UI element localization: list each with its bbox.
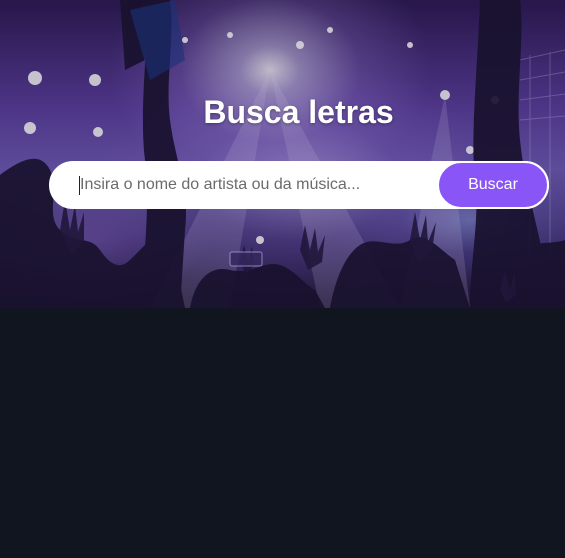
search-form: Buscar xyxy=(49,161,549,209)
text-cursor xyxy=(79,176,80,195)
hero-header: Busca letras Buscar xyxy=(0,0,565,308)
search-button[interactable]: Buscar xyxy=(437,161,549,209)
results-area xyxy=(0,308,565,558)
search-input[interactable] xyxy=(80,162,430,208)
page-title: Busca letras xyxy=(203,94,394,130)
page: Busca letras Buscar xyxy=(0,0,565,558)
hero-overlay xyxy=(0,0,565,308)
